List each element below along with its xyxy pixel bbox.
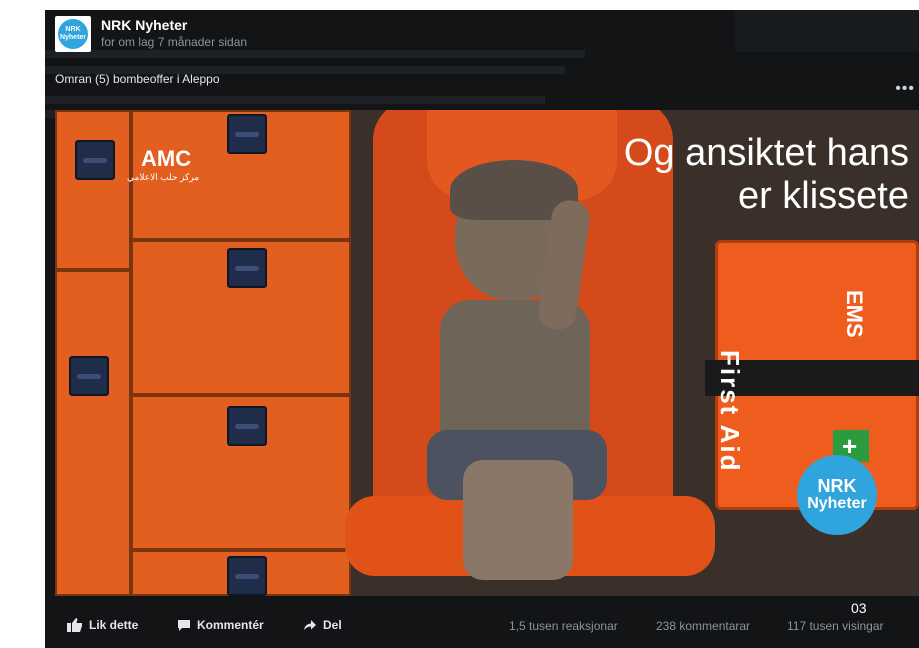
video-time-fragment: 03 (851, 600, 867, 616)
video-subtitle-line2: er klissete (737, 175, 909, 217)
amc-watermark-subtitle: مركز حلب الاعلامي (127, 172, 200, 182)
share-label: Del (323, 618, 342, 632)
avatar-text-line1: NRK (65, 26, 81, 33)
views-count: 117 tusen visingar (787, 619, 884, 633)
amc-watermark: AMC (141, 146, 192, 171)
ambulance-cabinet (55, 110, 131, 270)
video-post-panel: NRK Nyheter NRK Nyheter for om lag 7 mån… (45, 10, 919, 648)
cabinet-handle (227, 406, 267, 446)
comment-icon (178, 619, 190, 631)
nrk-logo-icon: NRK Nyheter (58, 19, 88, 49)
post-caption: Omran (5) bombeoffer i Aleppo (55, 72, 220, 86)
comment-button[interactable]: Kommentér (177, 618, 264, 632)
video-player[interactable]: AMC مركز حلب الاعلامي First Aid EMS Og a… (55, 110, 919, 596)
like-button[interactable]: Lik dette (67, 618, 138, 632)
child-figure (463, 460, 573, 580)
cabinet-handle (227, 556, 267, 596)
share-arrow-icon (304, 620, 316, 630)
video-subtitle: Og ansiktet hans er klissete (509, 132, 909, 218)
badge-line2: Nyheter (807, 495, 867, 512)
page-name-link[interactable]: NRK Nyheter (101, 17, 187, 33)
first-aid-label: First Aid (715, 350, 745, 473)
nrk-nyheter-logo: NRK Nyheter (797, 455, 877, 535)
like-label: Lik dette (89, 618, 139, 632)
cabinet-handle (227, 248, 267, 288)
reactions-count[interactable]: 1,5 tusen reaksjonar (509, 619, 618, 633)
post-header: NRK Nyheter NRK Nyheter for om lag 7 mån… (45, 10, 919, 110)
post-timestamp[interactable]: for om lag 7 månader sidan (101, 35, 247, 49)
cabinet-handle (69, 356, 109, 396)
comment-label: Kommentér (197, 618, 264, 632)
ems-label: EMS (842, 290, 867, 338)
page-avatar[interactable]: NRK Nyheter (55, 16, 91, 52)
cabinet-handle (75, 140, 115, 180)
ambulance-cabinet (55, 270, 131, 596)
share-button[interactable]: Del (303, 618, 342, 632)
badge-line1: NRK (817, 476, 857, 496)
comments-count[interactable]: 238 kommentarar (656, 619, 750, 633)
post-action-bar: Lik dette Kommentér Del 1,5 tusen reaksj… (45, 610, 919, 644)
cabinet-handle (227, 114, 267, 154)
video-subtitle-line1: Og ansiktet hans (623, 132, 909, 174)
more-options-button[interactable]: ••• (895, 80, 915, 98)
avatar-text-line2: Nyheter (59, 34, 87, 41)
thumbs-up-icon (67, 618, 82, 632)
